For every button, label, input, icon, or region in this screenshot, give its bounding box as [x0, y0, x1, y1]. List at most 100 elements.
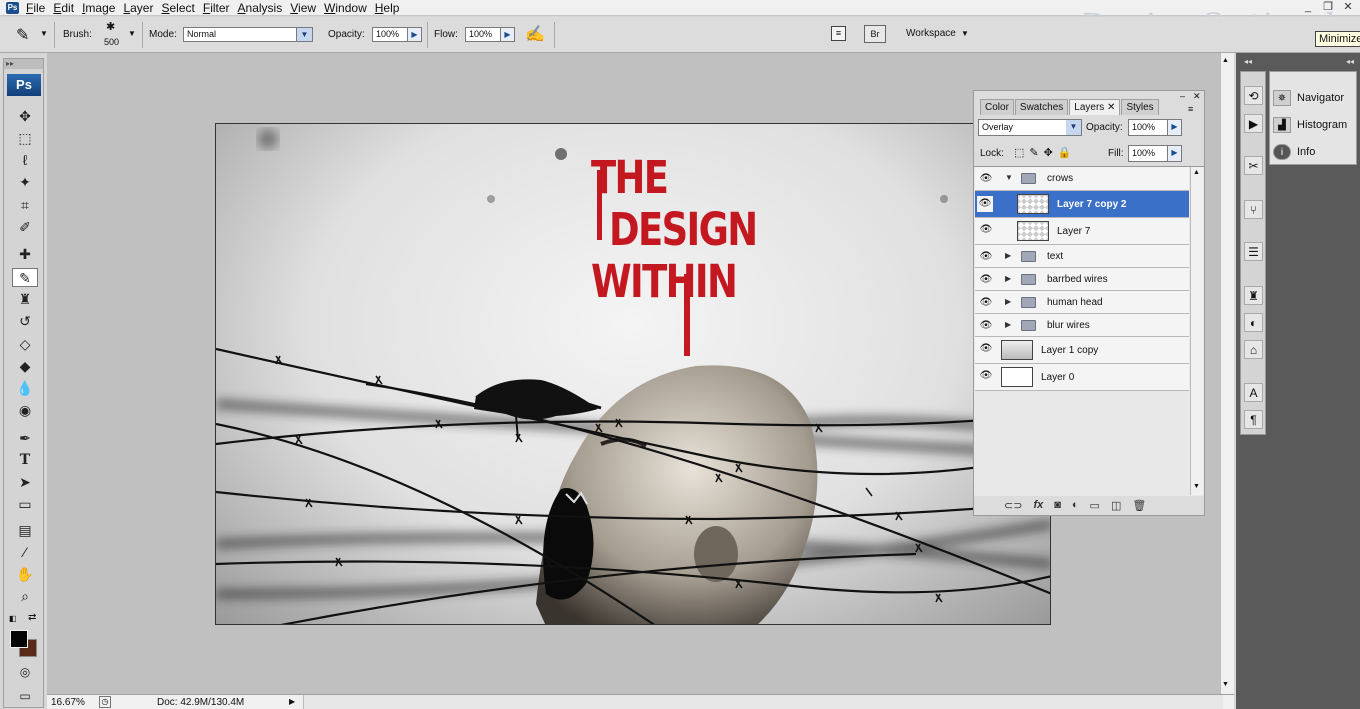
opacity-input[interactable]: 100%: [372, 27, 408, 42]
brush-tip-icon[interactable]: ✱: [106, 20, 115, 33]
channels-icon[interactable]: ◐: [1244, 313, 1263, 332]
screen-mode-icon[interactable]: ▭: [12, 687, 38, 706]
character-icon[interactable]: A: [1244, 383, 1263, 402]
lasso-tool-icon[interactable]: ℓ: [12, 151, 38, 170]
menu-image[interactable]: Image: [82, 0, 121, 16]
actions-icon[interactable]: ▶: [1244, 114, 1263, 133]
flow-input[interactable]: 100%: [465, 27, 501, 42]
airbrush-icon[interactable]: ✍: [525, 24, 545, 44]
clone-stamp-tool-icon[interactable]: ♜: [12, 290, 38, 309]
tab-swatches[interactable]: Swatches: [1014, 99, 1069, 115]
layer-row-layer-7-copy-2[interactable]: 👁 Layer 7 copy 2: [975, 191, 1189, 218]
layer-mask-icon[interactable]: ◙: [1054, 499, 1061, 512]
visibility-eye-icon[interactable]: 👁: [978, 272, 994, 288]
adjustment-layer-icon[interactable]: ◐: [1072, 499, 1079, 512]
blend-mode-select[interactable]: Overlay: [978, 119, 1070, 136]
lock-icons[interactable]: ⬚✎✥🔒: [1014, 146, 1077, 159]
layer-row-barbed-wires[interactable]: 👁 ▶ barrbed wires: [975, 268, 1189, 291]
menu-select[interactable]: Select: [161, 0, 200, 16]
path-selection-tool-icon[interactable]: ➤: [12, 473, 38, 492]
toolbox-collapse-icon[interactable]: ▸▸: [4, 59, 43, 69]
visibility-eye-icon[interactable]: 👁: [978, 318, 994, 334]
move-tool-icon[interactable]: ✥: [12, 107, 38, 126]
panel-menu-icon[interactable]: ≡: [1188, 104, 1193, 114]
link-layers-icon[interactable]: ⊂⊃: [1004, 499, 1022, 512]
delete-layer-icon[interactable]: 🗑: [1132, 499, 1146, 512]
layer-row-layer-7[interactable]: 👁 Layer 7: [975, 218, 1189, 245]
blend-mode-chevron-down-icon[interactable]: ▼: [1066, 119, 1082, 136]
swap-colors-icon[interactable]: ⇄: [28, 612, 36, 623]
scroll-up-arrow-icon[interactable]: ▲: [1193, 169, 1200, 176]
menu-view[interactable]: View: [290, 0, 322, 16]
scroll-down-arrow-icon[interactable]: ▼: [1193, 483, 1200, 490]
foreground-color-swatch[interactable]: [10, 630, 28, 648]
tab-styles[interactable]: Styles: [1121, 99, 1159, 115]
visibility-eye-icon[interactable]: 👁: [978, 368, 994, 384]
history-icon[interactable]: ⟲: [1244, 86, 1263, 105]
workspace-menu[interactable]: Workspace: [906, 28, 956, 39]
layer-row-layer-1-copy[interactable]: 👁 Layer 1 copy: [975, 337, 1189, 364]
vertical-scrollbar[interactable]: ▲ ▼: [1220, 53, 1234, 694]
navigator-item[interactable]: ✵ Navigator: [1273, 88, 1357, 108]
fill-arrow-icon[interactable]: ▶: [1168, 145, 1182, 162]
opacity-slider-arrow-icon[interactable]: ▶: [408, 27, 422, 42]
workspace-chevron-down-icon[interactable]: ▼: [961, 29, 969, 38]
zoom-tool-icon[interactable]: ⌕: [12, 587, 38, 606]
default-colors-icon[interactable]: ◧: [9, 614, 17, 623]
healing-brush-tool-icon[interactable]: ✚: [12, 245, 38, 264]
menu-layer[interactable]: Layer: [123, 0, 159, 16]
brush-tool-icon[interactable]: ✎: [12, 268, 38, 287]
brush-picker-chevron-down-icon[interactable]: ▼: [128, 29, 136, 38]
menu-filter[interactable]: Filter: [203, 0, 236, 16]
visibility-eye-icon[interactable]: 👁: [978, 249, 994, 265]
expand-triangle-icon[interactable]: ▼: [1005, 173, 1013, 182]
tool-presets-icon[interactable]: ✂: [1244, 156, 1263, 175]
brush-tool-icon[interactable]: ✎: [16, 25, 29, 45]
dock-collapse-icon[interactable]: ◂◂: [1244, 57, 1252, 66]
palette-well-icon[interactable]: ≡: [831, 26, 846, 41]
expand-triangle-icon[interactable]: ▶: [1005, 297, 1011, 306]
info-item[interactable]: i Info: [1273, 142, 1357, 162]
menu-analysis[interactable]: Analysis: [238, 0, 289, 16]
fill-input[interactable]: 100%: [1128, 145, 1168, 162]
blur-tool-icon[interactable]: 💧: [12, 379, 38, 398]
quick-mask-icon[interactable]: ◎: [12, 663, 38, 682]
magic-wand-tool-icon[interactable]: ✦: [12, 173, 38, 192]
eyedropper-tool-icon[interactable]: ✐: [12, 218, 38, 237]
crop-tool-icon[interactable]: ⌗: [12, 196, 38, 215]
mode-chevron-down-icon[interactable]: ▼: [297, 27, 313, 42]
zoom-level[interactable]: 16.67%: [51, 697, 85, 708]
visibility-eye-icon[interactable]: 👁: [978, 171, 994, 187]
type-tool-icon[interactable]: T: [12, 451, 38, 470]
scroll-down-arrow-icon[interactable]: ▼: [1222, 681, 1229, 688]
brushes-icon[interactable]: ⑂: [1244, 200, 1263, 219]
layer-row-crows[interactable]: 👁 ▼ crows: [975, 167, 1189, 191]
notes-icon[interactable]: ☰: [1244, 242, 1263, 261]
layer-row-human-head[interactable]: 👁 ▶ human head: [975, 291, 1189, 314]
history-brush-tool-icon[interactable]: ↺: [12, 312, 38, 331]
expand-triangle-icon[interactable]: ▶: [1005, 274, 1011, 283]
layer-row-text[interactable]: 👁 ▶ text: [975, 245, 1189, 268]
layer-opacity-arrow-icon[interactable]: ▶: [1168, 119, 1182, 136]
app-logo-icon[interactable]: Ps: [6, 2, 19, 14]
paths-icon[interactable]: ⌂: [1244, 340, 1263, 359]
layer-row-layer-0[interactable]: 👁 Layer 0: [975, 364, 1189, 391]
visibility-eye-icon[interactable]: 👁: [978, 341, 994, 357]
dock-expand-icon[interactable]: ◂◂: [1346, 57, 1354, 66]
visibility-eye-icon[interactable]: 👁: [977, 196, 993, 212]
artwork-image[interactable]: THE DESIGN WITHIN: [215, 123, 1051, 625]
menu-window[interactable]: Window: [324, 0, 373, 16]
flow-slider-arrow-icon[interactable]: ▶: [501, 27, 515, 42]
new-group-icon[interactable]: ▭: [1090, 499, 1100, 512]
visibility-eye-icon[interactable]: 👁: [978, 295, 994, 311]
menu-edit[interactable]: Edit: [53, 0, 80, 16]
menu-help[interactable]: Help: [375, 0, 406, 16]
layer-opacity-input[interactable]: 100%: [1128, 119, 1168, 136]
hand-tool-icon[interactable]: ✋: [12, 565, 38, 584]
status-arrow-icon[interactable]: ▶: [289, 697, 295, 706]
layer-row-blur-wires[interactable]: 👁 ▶ blur wires: [975, 314, 1189, 337]
tool-preset-dropdown-icon[interactable]: ▼: [40, 29, 48, 38]
menu-file[interactable]: File: [26, 0, 51, 16]
rectangle-tool-icon[interactable]: ▭: [12, 495, 38, 514]
pen-tool-icon[interactable]: ✒: [12, 429, 38, 448]
